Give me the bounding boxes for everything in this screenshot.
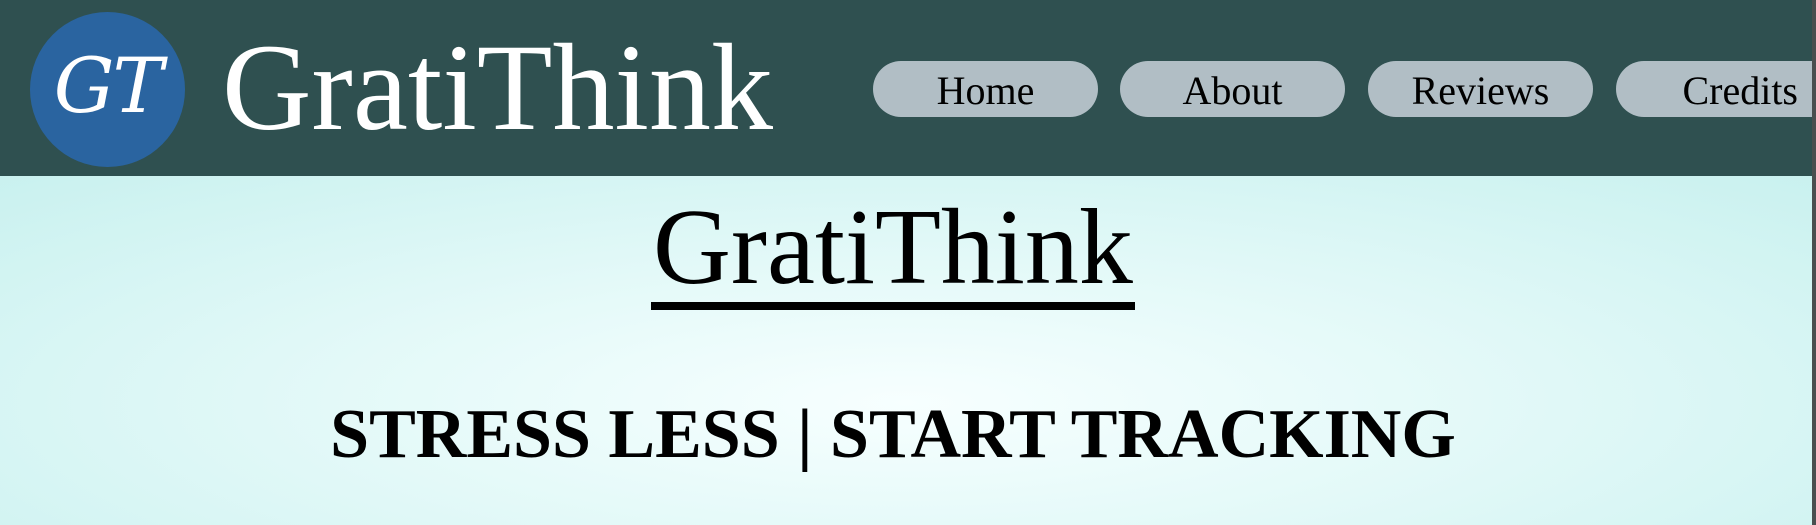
hero-tagline: STRESS LESS | START TRACKING <box>330 396 1456 473</box>
nav-credits-button[interactable]: Credits <box>1616 61 1812 117</box>
nav-about-label: About <box>1182 67 1283 113</box>
nav-home-label: Home <box>936 67 1035 113</box>
hero-title: GratiThink <box>651 194 1135 310</box>
hero-section: GratiThink STRESS LESS | START TRACKING <box>0 176 1812 525</box>
nav-credits-label: Credits <box>1682 67 1798 113</box>
nav-reviews-label: Reviews <box>1411 67 1550 113</box>
nav-home-button[interactable]: Home <box>873 61 1098 117</box>
hero-title-wrapper: GratiThink <box>0 194 1786 310</box>
page: GT GratiThink Home About Reviews Credits… <box>0 0 1816 525</box>
main-nav: Home About Reviews Credits <box>0 61 1812 117</box>
nav-about-button[interactable]: About <box>1120 61 1345 117</box>
window-edge <box>1812 0 1816 525</box>
nav-reviews-button[interactable]: Reviews <box>1368 61 1593 117</box>
site-header: GT GratiThink Home About Reviews Credits <box>0 0 1812 176</box>
